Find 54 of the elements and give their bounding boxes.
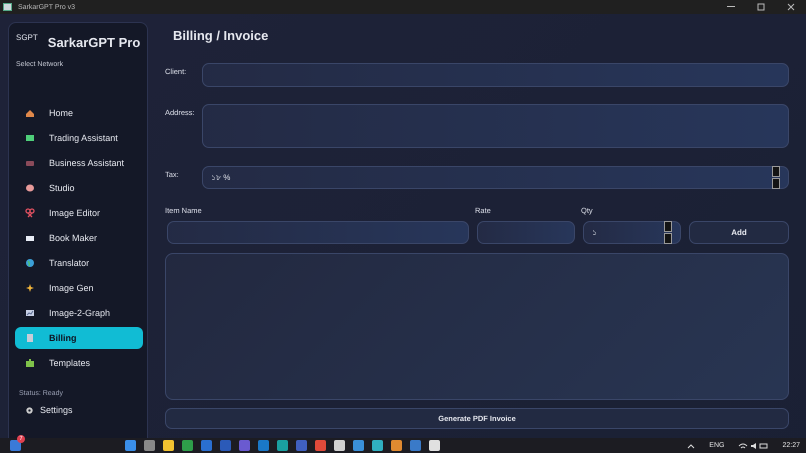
- app-icon[interactable]: [372, 440, 383, 451]
- app-icon[interactable]: [391, 440, 402, 451]
- sidebar-item[interactable]: Business Assistant: [15, 152, 143, 174]
- address-field[interactable]: [202, 104, 789, 148]
- graph-icon: [25, 308, 35, 318]
- sidebar-item[interactable]: Image-2-Graph: [15, 302, 143, 324]
- app-icon[interactable]: [144, 440, 155, 451]
- sidebar-item[interactable]: Book Maker: [15, 227, 143, 249]
- close-icon: [787, 3, 795, 11]
- page-title: Billing / Invoice: [173, 28, 270, 43]
- app-icon[interactable]: [182, 440, 193, 451]
- sidebar-item[interactable]: Image Gen: [15, 277, 143, 299]
- app-icon[interactable]: [201, 440, 212, 451]
- sidebar-item[interactable]: Translator: [15, 252, 143, 274]
- sidebar-item[interactable]: Studio: [15, 177, 143, 199]
- rate-field[interactable]: [477, 221, 575, 244]
- sidebar-item[interactable]: Image Editor: [15, 202, 143, 224]
- minimize-icon: [727, 6, 735, 8]
- app-icon: [3, 3, 12, 11]
- app-icon[interactable]: [125, 440, 136, 451]
- chevron-icon[interactable]: [687, 442, 696, 448]
- sidebar-item[interactable]: Trading Assistant: [15, 127, 143, 149]
- app-icon[interactable]: [277, 440, 288, 451]
- app-icon[interactable]: [163, 440, 174, 451]
- app-icon[interactable]: [220, 440, 231, 451]
- app-icon[interactable]: [410, 440, 421, 451]
- app-icon[interactable]: [239, 440, 250, 451]
- settings-button[interactable]: Settings: [25, 405, 141, 415]
- item-name-field[interactable]: [167, 221, 469, 244]
- scissors-icon: [25, 208, 35, 218]
- globe-icon: [25, 258, 35, 268]
- puzzle-icon: [25, 358, 35, 368]
- house-icon: [25, 108, 35, 118]
- sidebar-item[interactable]: Templates: [15, 352, 143, 374]
- maximize-icon: [757, 3, 765, 11]
- sidebar-item[interactable]: Billing: [15, 327, 143, 349]
- qty-field[interactable]: ১: [583, 221, 681, 244]
- client-field[interactable]: [202, 63, 789, 87]
- app-icon[interactable]: [353, 440, 364, 451]
- sidebar-item[interactable]: Home: [15, 102, 143, 124]
- app-name: SarkarGPT Pro: [48, 35, 140, 50]
- app-icon[interactable]: [296, 440, 307, 451]
- spinner-icon[interactable]: [664, 221, 672, 244]
- add-button[interactable]: Add: [689, 221, 789, 244]
- sparkle-icon: [25, 283, 35, 293]
- app-icon[interactable]: [258, 440, 269, 451]
- tax-field[interactable]: ১৮ %: [202, 166, 789, 189]
- system-tray-icons[interactable]: [738, 442, 768, 450]
- app-icon[interactable]: [429, 440, 440, 451]
- logo-text: SGPT: [16, 33, 38, 42]
- app-icon[interactable]: [315, 440, 326, 451]
- settings-icon: [25, 406, 34, 414]
- spinner-icon[interactable]: [772, 166, 780, 189]
- app-icon[interactable]: [334, 440, 345, 451]
